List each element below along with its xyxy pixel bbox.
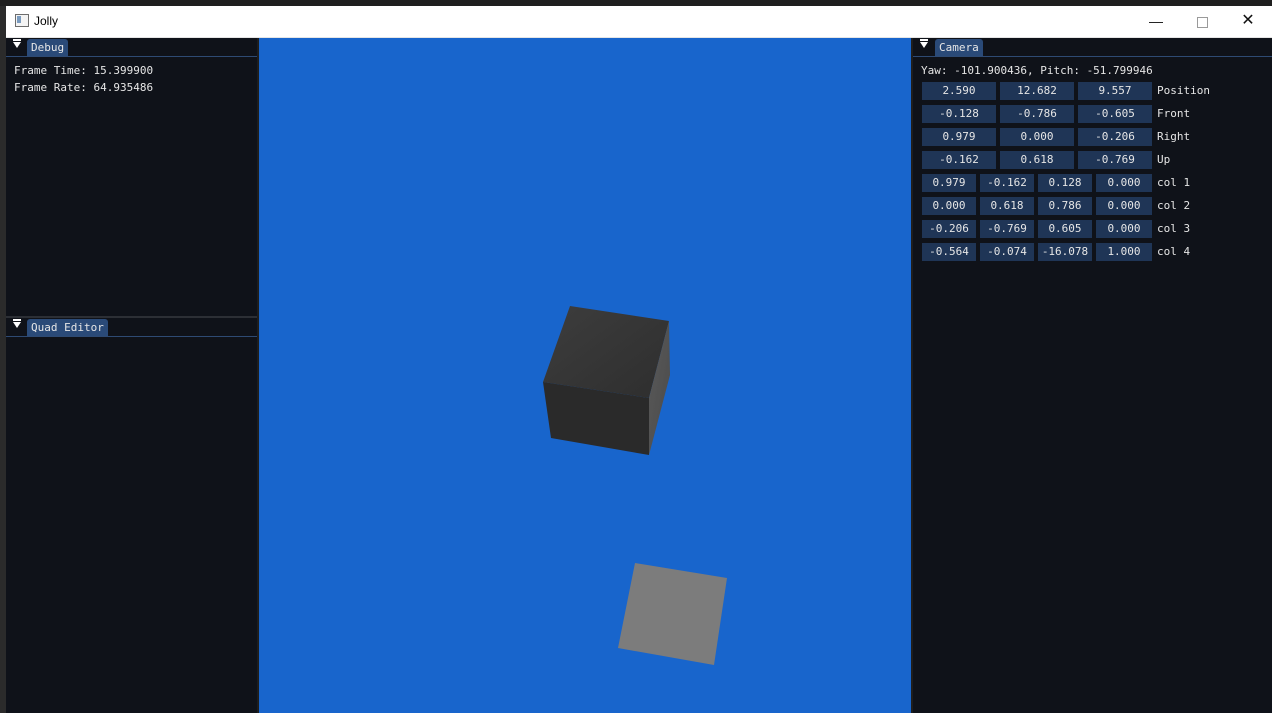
- right-z-field[interactable]: -0.206: [1078, 128, 1152, 146]
- debug-panel: Debug Frame Time: 15.399900 Frame Rate: …: [6, 38, 257, 317]
- matrix-cell[interactable]: -16.078: [1038, 243, 1092, 261]
- matrix-cell[interactable]: -0.769: [980, 220, 1034, 238]
- camera-panel: Camera Yaw: -101.900436, Pitch: -51.7999…: [913, 38, 1272, 713]
- scene-viewport[interactable]: [259, 38, 911, 713]
- front-label: Front: [1157, 107, 1191, 120]
- matrix-cell[interactable]: -0.074: [980, 243, 1034, 261]
- matrix-cell[interactable]: 0.000: [922, 197, 976, 215]
- tab-quad-editor[interactable]: Quad Editor: [27, 319, 108, 336]
- maximize-button[interactable]: [1179, 6, 1225, 37]
- front-z-field[interactable]: -0.605: [1078, 105, 1152, 123]
- up-y-field[interactable]: 0.618: [1000, 151, 1074, 169]
- right-y-field[interactable]: 0.000: [1000, 128, 1074, 146]
- position-x-field[interactable]: 2.590: [922, 82, 996, 100]
- window-titlebar[interactable]: Jolly — ✕: [6, 6, 1272, 38]
- matrix-cell[interactable]: 0.000: [1096, 197, 1152, 215]
- frame-time-text: Frame Time: 15.399900: [14, 64, 154, 77]
- close-icon: ✕: [1241, 12, 1255, 29]
- matrix-cell[interactable]: 0.618: [980, 197, 1034, 215]
- close-button[interactable]: ✕: [1225, 6, 1271, 37]
- debug-panel-header: Debug: [6, 38, 257, 57]
- col-4-label: col 4: [1157, 245, 1191, 258]
- matrix-cell[interactable]: -0.162: [980, 174, 1034, 192]
- quad-object: [618, 563, 727, 665]
- matrix-cell[interactable]: 0.786: [1038, 197, 1092, 215]
- right-label: Right: [1157, 130, 1191, 143]
- right-x-field[interactable]: 0.979: [922, 128, 996, 146]
- up-z-field[interactable]: -0.769: [1078, 151, 1152, 169]
- col-3-label: col 3: [1157, 222, 1191, 235]
- matrix-cell[interactable]: -0.206: [922, 220, 976, 238]
- window-title: Jolly: [34, 14, 59, 28]
- up-label: Up: [1157, 153, 1171, 166]
- yaw-pitch-text: Yaw: -101.900436, Pitch: -51.799946: [921, 64, 1153, 77]
- collapse-arrow-icon[interactable]: [13, 39, 21, 48]
- matrix-cell[interactable]: 0.000: [1096, 220, 1152, 238]
- col-1-label: col 1: [1157, 176, 1191, 189]
- up-x-field[interactable]: -0.162: [922, 151, 996, 169]
- scene-render: [543, 306, 727, 665]
- cube-object: [543, 306, 670, 455]
- front-x-field[interactable]: -0.128: [922, 105, 996, 123]
- minimize-icon: —: [1149, 13, 1163, 29]
- position-z-field[interactable]: 9.557: [1078, 82, 1152, 100]
- maximize-icon: [1196, 16, 1208, 28]
- matrix-cell[interactable]: 0.979: [922, 174, 976, 192]
- tab-camera[interactable]: Camera: [935, 39, 983, 56]
- matrix-cell[interactable]: 0.000: [1096, 174, 1152, 192]
- camera-panel-header: Camera: [913, 38, 1272, 57]
- matrix-cell[interactable]: 0.605: [1038, 220, 1092, 238]
- front-y-field[interactable]: -0.786: [1000, 105, 1074, 123]
- matrix-cell[interactable]: 1.000: [1096, 243, 1152, 261]
- quad-editor-header: Quad Editor: [6, 318, 257, 337]
- frame-rate-text: Frame Rate: 64.935486: [14, 81, 154, 94]
- tab-debug[interactable]: Debug: [27, 39, 69, 56]
- matrix-cell[interactable]: -0.564: [922, 243, 976, 261]
- quad-editor-panel: Quad Editor: [6, 318, 257, 713]
- matrix-cell[interactable]: 0.128: [1038, 174, 1092, 192]
- app-window-icon: [15, 14, 29, 27]
- position-y-field[interactable]: 12.682: [1000, 82, 1074, 100]
- col-2-label: col 2: [1157, 199, 1191, 212]
- collapse-arrow-icon[interactable]: [920, 39, 928, 48]
- position-label: Position: [1157, 84, 1210, 97]
- collapse-arrow-icon[interactable]: [13, 319, 21, 328]
- minimize-button[interactable]: —: [1133, 6, 1179, 37]
